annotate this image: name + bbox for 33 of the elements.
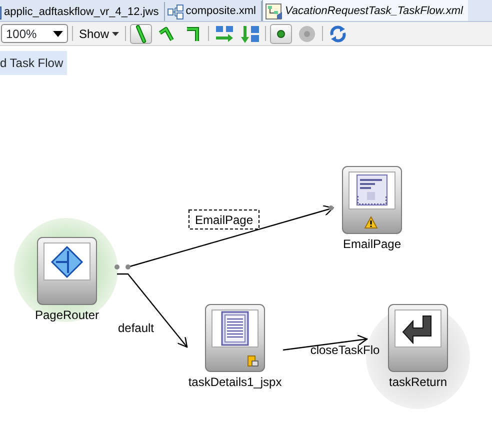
node-label: PageRouter xyxy=(34,308,100,322)
task-flow-icon xyxy=(265,2,283,20)
router-diamond-icon xyxy=(50,246,84,278)
dot-toggle-button[interactable] xyxy=(270,24,292,44)
activity-node[interactable] xyxy=(388,304,448,372)
flow-arrow[interactable] xyxy=(117,273,188,348)
diagram-title: d Task Flow xyxy=(0,51,68,75)
horizontal-layout-button[interactable] xyxy=(213,24,236,44)
vertical-layout-icon xyxy=(240,24,260,44)
horizontal-layout-icon xyxy=(214,24,234,44)
composite-icon xyxy=(166,4,184,20)
document-icon xyxy=(221,311,249,346)
circle-toggle-icon xyxy=(297,24,318,44)
return-arrow-icon xyxy=(402,316,432,344)
node-label: taskReturn xyxy=(388,375,448,389)
edge-label[interactable]: default xyxy=(118,321,154,335)
connector-dot xyxy=(328,206,334,210)
show-menu-button[interactable]: Show xyxy=(77,24,122,42)
connector-dot xyxy=(126,264,130,270)
connector-dot xyxy=(114,264,120,270)
edge-label[interactable]: closeTaskFlo xyxy=(310,343,380,357)
vertical-layout-button[interactable] xyxy=(239,24,262,44)
editor-tab[interactable]: VacationRequestTask_TaskFlow.xml xyxy=(262,0,468,21)
refresh-icon xyxy=(328,24,348,44)
caret-icon xyxy=(112,32,120,36)
caret-icon xyxy=(53,30,63,36)
edge-label[interactable]: EmailPage xyxy=(188,210,260,230)
flow-arrow[interactable] xyxy=(128,205,334,268)
zoom-dropdown[interactable]: 100% xyxy=(1,24,68,43)
straight-line-button[interactable] xyxy=(130,24,152,44)
node-label: EmailPage xyxy=(342,237,402,251)
page-layout-icon xyxy=(356,174,388,206)
node-label: taskDetails1_jspx xyxy=(188,375,282,389)
